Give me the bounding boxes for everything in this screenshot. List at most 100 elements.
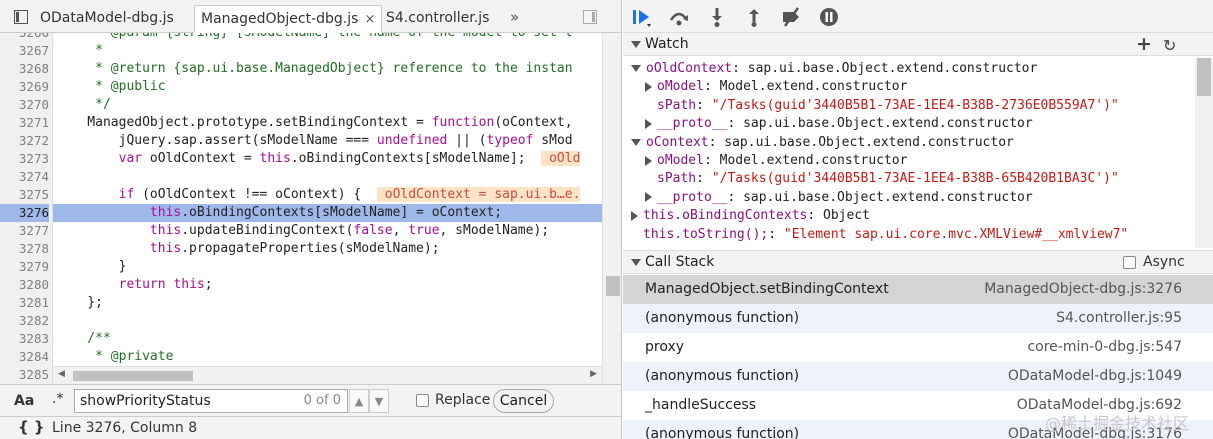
tab-managedobject[interactable]: ManagedObject-dbg.js × [194,5,383,33]
scroll-left-icon[interactable]: ◀ [58,369,65,379]
code-line[interactable]: this.oBindingContexts[sModelName] = oCon… [56,204,602,222]
code-line[interactable]: * @public [56,78,602,96]
line-number[interactable]: 3278 [0,240,49,258]
line-number[interactable]: 3273 [0,150,49,168]
code-editor[interactable]: 3266 * @param {string} [sModelName] the … [0,33,602,384]
code-line[interactable]: var oOldContext = this.oBindingContexts[… [56,150,602,168]
code-line[interactable]: this.propagateProperties(sModelName); [56,240,602,258]
horizontal-scroll-thumb[interactable] [73,371,193,381]
line-number[interactable]: 3271 [0,114,49,132]
watch-scroll-thumb[interactable] [1197,58,1211,96]
line-number[interactable]: 3269 [0,78,49,96]
add-watch-icon[interactable]: + [1136,33,1152,55]
code-line[interactable]: ManagedObject.prototype.setBindingContex… [56,114,602,132]
async-checkbox[interactable] [1123,256,1136,269]
expand-triangle-icon[interactable] [645,192,652,203]
replace-checkbox[interactable] [416,394,429,407]
search-next-icon[interactable]: ▼ [369,389,389,413]
line-number[interactable]: 3279 [0,258,49,276]
code-line[interactable]: * @param {string} [sModelName] the name … [56,33,602,42]
watch-pane-header[interactable]: Watch + ↻ [623,32,1213,56]
watch-row[interactable]: __proto__: sap.ui.base.Object.extend.con… [645,115,1033,133]
cancel-button[interactable]: Cancel [493,389,554,413]
callstack-pane-header[interactable]: Call Stack Async [623,250,1213,274]
line-number[interactable]: 3275 [0,186,49,204]
call-frame-location[interactable]: ManagedObject-dbg.js:3276 [984,275,1182,304]
code-line[interactable]: * @return {sap.ui.base.ManagedObject} re… [56,60,602,78]
expanded-triangle-icon[interactable] [631,138,641,146]
step-over-icon[interactable] [668,6,690,28]
code-line[interactable]: }; [56,294,602,312]
line-number[interactable]: 3272 [0,132,49,150]
expand-triangle-icon[interactable] [631,210,638,221]
call-frame-location[interactable]: core-min-0-dbg.js:547 [1027,333,1182,362]
deactivate-breakpoints-icon[interactable] [780,6,802,28]
expand-triangle-icon[interactable] [645,155,652,166]
watch-row[interactable]: oModel: Model.extend.constructor [645,152,907,170]
watch-row[interactable]: this.toString();: "Element sap.ui.core.m… [631,226,1128,244]
watch-row[interactable]: sPath: "/Tasks(guid'3440B5B1-73AE-1EE4-B… [645,97,1119,115]
call-frame[interactable]: (anonymous function) ODataModel-dbg.js:10… [623,362,1213,391]
code-line[interactable]: } [56,258,602,276]
collapse-triangle-icon[interactable] [631,41,641,48]
watch-row[interactable]: oModel: Model.extend.constructor [645,78,907,96]
tab-s4-controller[interactable]: S4.controller.js [380,5,495,33]
call-frame[interactable]: proxy core-min-0-dbg.js:547 [623,333,1213,362]
line-number[interactable]: 3267 [0,42,49,60]
editor-horizontal-scrollbar[interactable]: ◀ ▶ [53,366,602,384]
line-number[interactable]: 3266 [0,33,49,42]
line-number[interactable]: 3277 [0,222,49,240]
tab-odatamodel[interactable]: ODataModel-dbg.js [34,5,180,33]
line-number[interactable]: 3284 [0,348,49,366]
step-into-icon[interactable] [706,6,728,28]
watch-row[interactable]: oOldContext: sap.ui.base.Object.extend.c… [631,60,1037,78]
expand-triangle-icon[interactable] [645,118,652,129]
collapse-triangle-icon[interactable] [631,259,641,266]
line-number[interactable]: 3281 [0,294,49,312]
code-line[interactable]: jQuery.sap.assert(sModelName === undefin… [56,132,602,150]
editor-scroll-thumb[interactable] [606,276,620,296]
call-frame-location[interactable]: ODataModel-dbg.js:1049 [1008,362,1182,391]
code-line[interactable]: this.updateBindingContext(false, true, s… [56,222,602,240]
pretty-print-icon[interactable]: { } [18,418,45,436]
search-input[interactable]: showPriorityStatus 0 of 0 [74,389,348,413]
line-number[interactable]: 3282 [0,312,49,330]
code-line[interactable]: * @private [56,348,602,366]
watch-row[interactable]: oContext: sap.ui.base.Object.extend.cons… [631,134,1014,152]
tab-close-icon[interactable]: × [364,12,375,27]
code-line[interactable]: if (oOldContext !== oContext) { oOldCont… [56,186,602,204]
step-out-icon[interactable] [743,6,765,28]
resume-icon[interactable] [631,6,653,28]
call-frame[interactable]: ManagedObject.setBindingContext ManagedOb… [623,275,1213,304]
navigator-toggle-icon[interactable] [14,10,28,24]
pause-on-exceptions-icon[interactable] [818,6,840,28]
code-line[interactable]: return this; [56,276,602,294]
watch-scrollbar[interactable] [1195,58,1213,248]
search-previous-icon[interactable]: ▲ [349,389,369,413]
debugger-toggle-icon[interactable] [583,10,597,24]
watch-row[interactable]: __proto__: sap.ui.base.Object.extend.con… [645,189,1033,207]
expanded-triangle-icon[interactable] [631,65,641,72]
code-line[interactable]: * [56,42,602,60]
line-number[interactable]: 3268 [0,60,49,78]
tabs-overflow-icon[interactable]: » [510,8,519,26]
regex-toggle[interactable]: .* [52,391,63,407]
refresh-watch-icon[interactable]: ↻ [1163,36,1176,55]
call-frame-location[interactable]: S4.controller.js:95 [1056,304,1182,333]
watch-row[interactable]: sPath: "/Tasks(guid'3440B5B1-73AE-1EE4-B… [645,170,1119,188]
line-number[interactable]: 3276 [0,204,49,222]
line-number[interactable]: 3285 [0,366,49,384]
match-case-toggle[interactable]: Aa [14,393,34,409]
code-line[interactable] [56,312,602,330]
call-frame[interactable]: (anonymous function) S4.controller.js:95 [623,304,1213,333]
expand-triangle-icon[interactable] [645,81,652,92]
code-line[interactable] [56,168,602,186]
code-line[interactable]: */ [56,96,602,114]
scroll-right-icon[interactable]: ▶ [590,369,597,379]
line-number[interactable]: 3280 [0,276,49,294]
editor-vertical-scrollbar[interactable] [602,33,621,384]
line-number[interactable]: 3270 [0,96,49,114]
line-number[interactable]: 3274 [0,168,49,186]
code-line[interactable]: /** [56,330,602,348]
watch-row[interactable]: this.oBindingContexts: Object [631,207,870,225]
